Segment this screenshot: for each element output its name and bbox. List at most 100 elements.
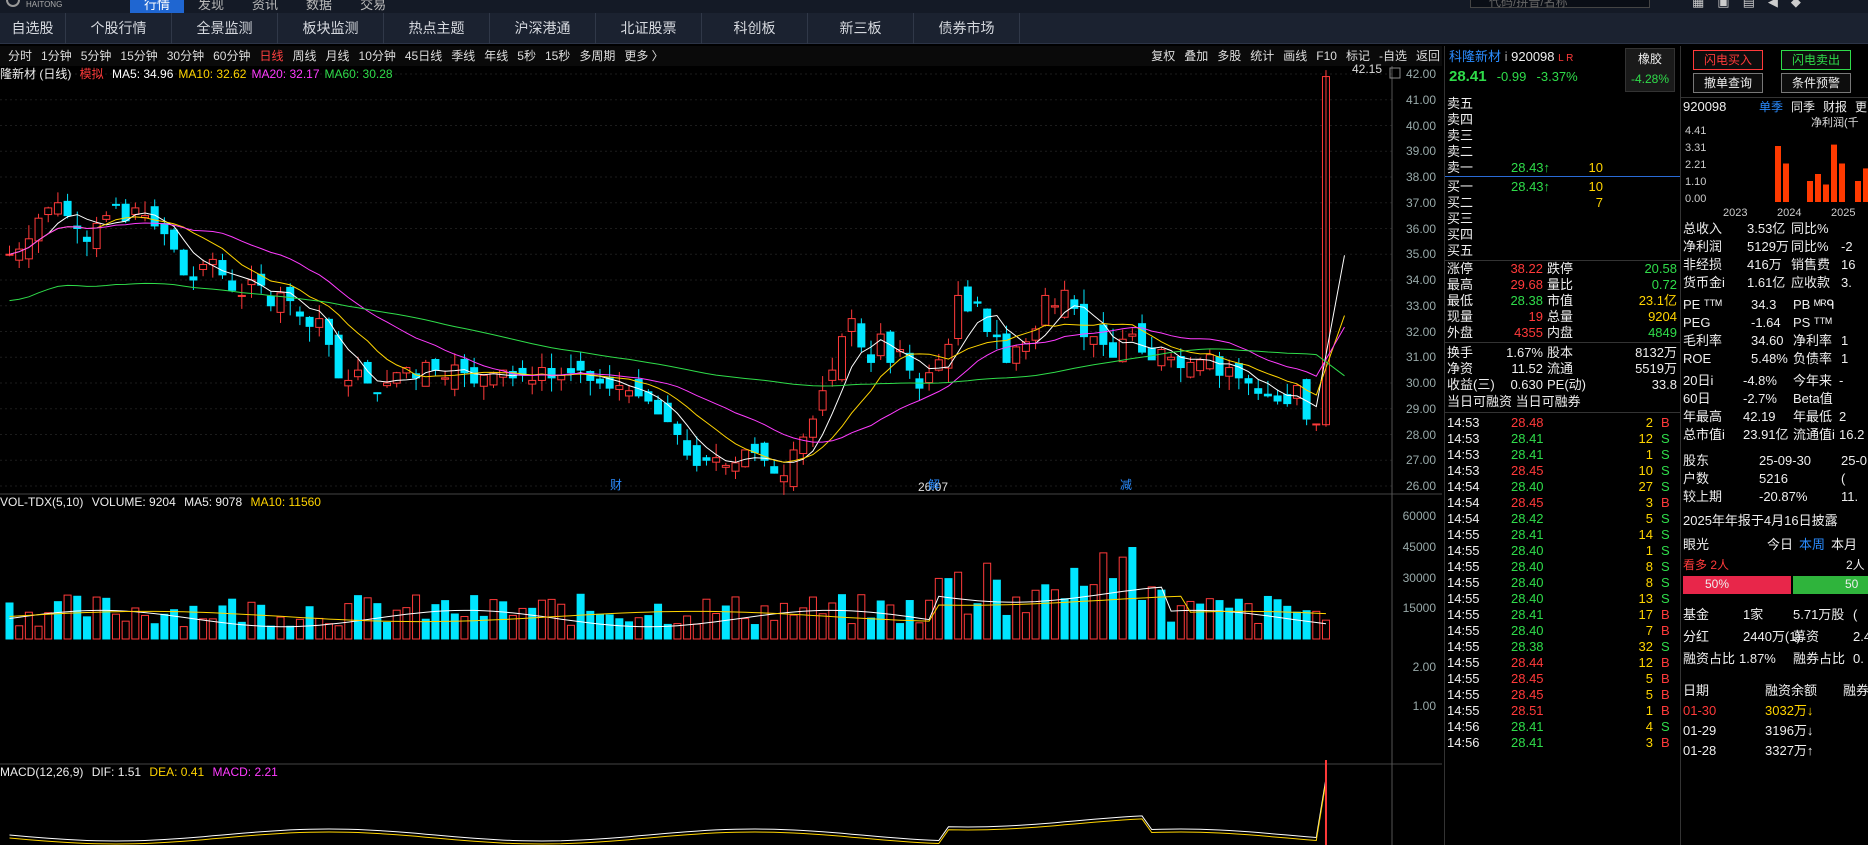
cancel-query-button[interactable]: 撤单查询 <box>1693 73 1763 93</box>
perf-row[interactable]: 20日i -4.8% 今年来 - <box>1681 372 1868 390</box>
flash-buy-button[interactable]: 闪电买入 <box>1693 50 1763 70</box>
period-tab-2[interactable]: 5分钟 <box>81 46 112 66</box>
candle-body <box>228 280 237 291</box>
chart-tool-5[interactable]: F10 <box>1316 46 1337 66</box>
period-tab-6[interactable]: 日线 <box>259 46 283 66</box>
report-notice[interactable]: 2025年年报于4月16日披露 <box>1683 512 1838 530</box>
period-tab-7[interactable]: 周线 <box>292 46 316 66</box>
fin-row[interactable]: 货币金i 1.61亿 应收款 3. <box>1681 274 1868 292</box>
period-tab-1[interactable]: 1分钟 <box>41 46 72 66</box>
stat-row[interactable]: 外盘 4355 内盘 4849 <box>1445 324 1680 342</box>
holder-row[interactable]: 股东 25-09-30 25-0 <box>1681 452 1868 470</box>
stat-row[interactable]: 收益(三) 0.630 PE(动) 33.8 <box>1445 376 1680 394</box>
period-tab-8[interactable]: 月线 <box>326 46 350 66</box>
fund-row[interactable]: 分红2440万(1)募资2.42 <box>1681 628 1868 646</box>
candle-body <box>1147 347 1156 361</box>
perf-row[interactable]: 总市值i 23.91亿 流通值i 16.2 <box>1681 426 1868 444</box>
eye-tab-2[interactable]: 本月 <box>1831 536 1857 554</box>
eye-tab-1[interactable]: 本周 <box>1799 536 1825 554</box>
candle-body <box>847 318 856 332</box>
period-tab-14[interactable]: 15秒 <box>545 46 570 66</box>
pin-icon[interactable]: ◆ <box>1791 0 1801 10</box>
nav-tab-1[interactable]: 个股行情 <box>66 13 172 44</box>
chart-tool-3[interactable]: 统计 <box>1250 46 1274 66</box>
period-tab-16[interactable]: 更多 〉 <box>624 46 663 66</box>
nav-tab-4[interactable]: 热点主题 <box>384 13 490 44</box>
fund-row[interactable]: 基金 1家 5.71万股 ( <box>1681 606 1868 624</box>
nav-tab-3[interactable]: 板块监测 <box>278 13 384 44</box>
bid-row[interactable]: 买五 <box>1445 242 1680 260</box>
flash-sell-button[interactable]: 闪电卖出 <box>1781 50 1851 70</box>
ratio-row[interactable]: ROE 5.48% 负债率 1 <box>1681 350 1868 368</box>
chart-tool-8[interactable]: 返回 <box>1416 46 1440 66</box>
holder-row[interactable]: 较上期 -20.87% 11. <box>1681 488 1868 506</box>
event-marker-1[interactable]: 解 <box>928 478 940 492</box>
event-marker-2[interactable]: 减 <box>1120 478 1132 492</box>
period-tab-4[interactable]: 30分钟 <box>167 46 204 66</box>
nav-tab-7[interactable]: 科创板 <box>702 13 808 44</box>
period-tab-13[interactable]: 5秒 <box>517 46 536 66</box>
search-input[interactable]: 代码/拼音/名称 <box>1470 0 1650 9</box>
period-tab-3[interactable]: 15分钟 <box>120 46 157 66</box>
perf-row[interactable]: 年最高 42.19 年最低 2 <box>1681 408 1868 426</box>
tick-header[interactable]: 当日可融资 当日可融券 <box>1447 393 1581 411</box>
candle-body <box>963 286 972 312</box>
chart-tool-7[interactable]: -自选 <box>1379 46 1407 66</box>
period-tab-9[interactable]: 10分钟 <box>359 46 396 66</box>
menu-item-news[interactable]: 资讯 <box>238 0 292 13</box>
candle-body <box>721 464 730 468</box>
chart-tool-1[interactable]: 叠加 <box>1184 46 1208 66</box>
kline-chart-svg[interactable] <box>0 66 1442 845</box>
ratio-row[interactable]: PE ᵀᵀᴹ 34.3 PB ᴹᴿᑫ <box>1681 296 1868 314</box>
perf-row-cell: -2.7% <box>1743 391 1777 406</box>
menu-item-quotes[interactable]: 行情 <box>130 0 185 13</box>
holder-row[interactable]: 户数 5216 ( <box>1681 470 1868 488</box>
period-tab-5[interactable]: 60分钟 <box>213 46 250 66</box>
chart-tool-0[interactable]: 复权 <box>1151 46 1175 66</box>
fin-tab-3[interactable]: 更 <box>1855 100 1867 114</box>
nav-tab-5[interactable]: 沪深港通 <box>490 13 596 44</box>
fin-tab-1[interactable]: 同季 <box>1791 100 1815 114</box>
nav-tab-2[interactable]: 全景监测 <box>172 13 278 44</box>
quote-icon[interactable]: ▤ <box>1743 0 1755 10</box>
period-tab-10[interactable]: 45日线 <box>405 46 442 66</box>
period-tab-15[interactable]: 多周期 <box>579 46 615 66</box>
ratio-row[interactable]: 毛利率 34.60 净利率 1 <box>1681 332 1868 350</box>
chart-tool-4[interactable]: 画线 <box>1283 46 1307 66</box>
kline-chart-area[interactable]: 隆新材 (日线) 模拟 MA5: 34.96 MA10: 32.62 MA20: 3… <box>0 62 1442 845</box>
sector-badge[interactable]: 橡胶 -4.28% <box>1625 48 1675 92</box>
fin-row[interactable]: 总收入 3.53亿 同比% <box>1681 220 1868 238</box>
nav-tab-0[interactable]: 自选股 <box>0 13 66 44</box>
period-tab-12[interactable]: 年线 <box>484 46 508 66</box>
event-marker-0[interactable]: 财 <box>610 478 622 492</box>
back-icon[interactable]: ◀ <box>1768 0 1778 10</box>
fin-row[interactable]: 非经损 416万 销售费 16 <box>1681 256 1868 274</box>
bear-count: 2人 <box>1846 558 1865 572</box>
candle-body <box>1012 346 1021 364</box>
condition-alert-button[interactable]: 条件预警 <box>1781 73 1851 93</box>
macd-title: MACD(12,26,9) <box>0 765 84 779</box>
nav-tab-9[interactable]: 债券市场 <box>914 13 1020 44</box>
ask-row[interactable]: 卖一 28.43↑ 10 <box>1445 159 1680 177</box>
perf-row[interactable]: 60日 -2.7% Beta值 <box>1681 390 1868 408</box>
ratio-row[interactable]: PEG -1.64 PS ᵀᵀᴹ <box>1681 314 1868 332</box>
fin-tab-0[interactable]: 单季 <box>1759 100 1783 114</box>
volume-bar <box>683 615 692 640</box>
eye-tab-0[interactable]: 今日 <box>1767 536 1793 554</box>
tick-row[interactable]: 14:56 28.41 3 B <box>1445 734 1680 752</box>
menu-item-data[interactable]: 数据 <box>292 0 346 13</box>
nav-tab-8[interactable]: 新三板 <box>808 13 914 44</box>
menu-item-discover[interactable]: 发现 <box>184 0 238 13</box>
screen-icon[interactable]: ▣ <box>1717 0 1729 10</box>
candle-body <box>954 294 963 339</box>
nav-tab-6[interactable]: 北证股票 <box>596 13 702 44</box>
grid-icon[interactable]: ▦ <box>1692 0 1704 10</box>
fin-tab-2[interactable]: 财报 <box>1823 100 1847 114</box>
menu-item-trade[interactable]: 交易 <box>346 0 400 13</box>
chart-tool-2[interactable]: 多股 <box>1217 46 1241 66</box>
candle-body <box>450 364 459 390</box>
fund-row[interactable]: 融资占比 1.87% 融券占比 0. <box>1681 650 1868 668</box>
period-tab-0[interactable]: 分时 <box>8 46 32 66</box>
period-tab-11[interactable]: 季线 <box>451 46 475 66</box>
fin-row[interactable]: 净利润 5129万 同比% -2 <box>1681 238 1868 256</box>
